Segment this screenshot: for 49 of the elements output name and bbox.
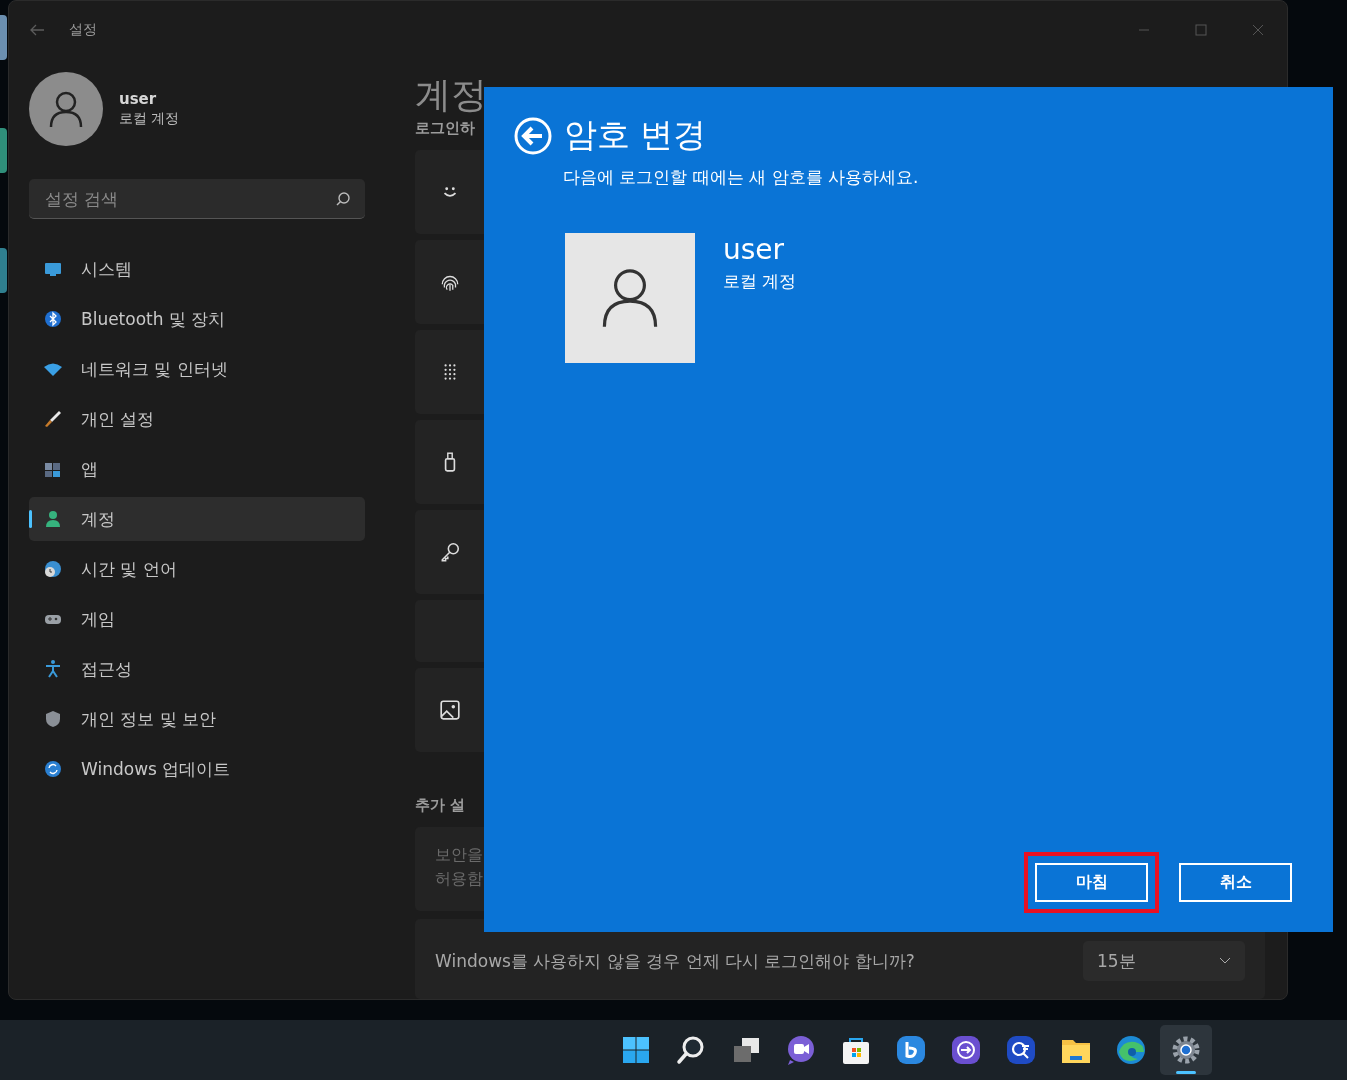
nav-item[interactable]: 접근성 [29,647,365,691]
setting-label: Windows를 사용하지 않을 경우 언제 다시 로그인해야 합니까? [435,949,915,973]
nav-item[interactable]: Bluetooth 및 장치 [29,297,365,341]
magnifier-lines-icon [1005,1034,1037,1066]
search-icon [335,190,351,207]
video-chat-icon [785,1034,817,1066]
user-name: user [723,233,786,266]
image-icon [439,699,461,721]
globe-clock-icon [43,559,63,579]
dialog-title: 암호 변경 [564,114,707,156]
account-type: 로컬 계정 [119,110,180,128]
search-field[interactable]: 설정 검색 [29,179,365,219]
b-logo-icon [895,1034,927,1066]
nav-item[interactable]: 개인 설정 [29,397,365,441]
nav-item[interactable]: Windows 업데이트 [29,747,365,791]
shield-icon [43,709,63,729]
dialog-button[interactable]: 마침 [1035,863,1148,902]
accessibility-icon [43,659,63,679]
setting-description: 보안을 [435,844,483,866]
setting-description: 허용함 [435,868,483,890]
bluetooth-icon [43,309,63,329]
nav-item[interactable]: 개인 정보 및 보안 [29,697,365,741]
user-name: user [119,90,158,108]
dialog-button[interactable]: 취소 [1179,863,1292,902]
nav-item[interactable]: 앱 [29,447,365,491]
dialog-subtitle: 다음에 로그인할 때에는 새 암호를 사용하세요. [563,166,920,189]
key-icon [439,541,461,563]
nav-item[interactable]: 게임 [29,597,365,641]
brush-icon [43,409,63,429]
person-icon [43,509,63,529]
back-arrow-icon[interactable] [29,24,45,36]
section-heading: 로그인하 [415,119,475,138]
nav-item[interactable]: 시간 및 언어 [29,547,365,591]
nav-item[interactable]: 네트워크 및 인터넷 [29,347,365,391]
gear-icon [1170,1034,1202,1066]
search-input[interactable]: 설정 검색 [43,187,335,210]
nav-item[interactable]: 시스템 [29,247,365,291]
window-title: 설정 [69,21,97,39]
browser-icon [1115,1034,1147,1066]
update-icon [43,759,63,779]
page-title: 계정 [415,73,487,117]
section-heading: 추가 설 [415,796,466,815]
account-type: 로컬 계정 [723,270,797,293]
start-icon [620,1034,652,1066]
chevron-down-icon [1219,957,1231,965]
nav-item[interactable]: 계정 [29,497,365,541]
timeout-dropdown[interactable]: 15분 [1083,941,1245,981]
taskbar-button[interactable] [1160,1025,1212,1075]
back-icon[interactable] [514,116,552,155]
